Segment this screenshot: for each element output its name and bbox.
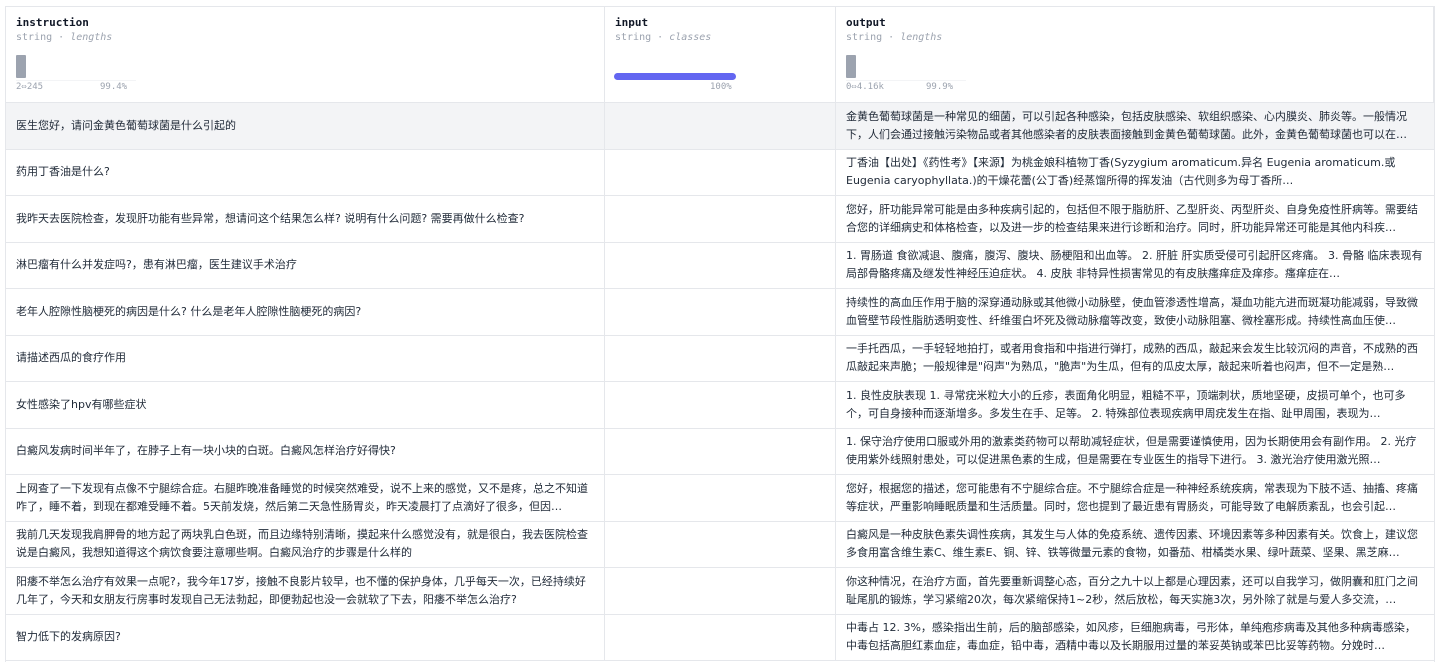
cell-text: 您好，根据您的描述，您可能患有不宁腿综合症。不宁腿综合症是一种神经系统疾病，常表… [846, 481, 1418, 513]
class-percentage: 100% [710, 82, 732, 92]
class-distribution-bar[interactable] [614, 73, 736, 80]
cell-text: 白癜风发病时间半年了，在脖子上有一块小块的白斑。白癜风怎样治疗好得快? [16, 444, 396, 458]
cell-text: 您好，肝功能异常可能是由多种疾病引起的，包括但不限于脂肪肝、乙型肝炎、丙型肝炎、… [846, 202, 1418, 234]
table-cell-input[interactable] [605, 335, 836, 382]
table-cell-instruction[interactable]: 女性感染了hpv有哪些症状 [6, 382, 605, 429]
cell-text: 1. 保守治疗使用口服或外用的激素类药物可以帮助减轻症状，但是需要谨慎使用，因为… [846, 435, 1417, 467]
column-name: output [846, 16, 886, 29]
length-histogram-bar[interactable] [16, 55, 26, 78]
table-cell-instruction[interactable]: 淋巴瘤有什么并发症吗?，患有淋巴瘤，医生建议手术治疗 [6, 242, 605, 289]
data-table: instruction string · lengths 2⇔245 99.4%… [6, 7, 1434, 661]
column-type: string · classes [615, 32, 712, 43]
table-cell-instruction[interactable]: 我前几天发现我肩胛骨的地方起了两块乳白色斑，而且边缘特别清晰，摸起来什么感觉没有… [6, 521, 605, 568]
cell-text: 淋巴瘤有什么并发症吗?，患有淋巴瘤，医生建议手术治疗 [16, 258, 297, 272]
column-header-instruction[interactable]: instruction string · lengths 2⇔245 99.4% [6, 7, 605, 103]
table-cell-input[interactable] [605, 475, 836, 522]
length-percentage: 99.4% [100, 82, 128, 92]
table-cell-input[interactable] [605, 289, 836, 336]
column-header-input[interactable]: input string · classes 100% [605, 7, 836, 103]
length-percentage: 99.9% [926, 82, 954, 92]
table-cell-output[interactable]: 1. 良性皮肤表现 1. 寻常疣米粒大小的丘疹，表面角化明显，粗糙不平，顶端刺状… [836, 382, 1434, 429]
table-cell-input[interactable] [605, 149, 836, 196]
cell-text: 中毒占 12. 3%，感染指出生前，后的脑部感染，如风疹，巨细胞病毒，弓形体，单… [846, 621, 1416, 653]
cell-text: 药用丁香油是什么? [16, 165, 110, 179]
table-cell-instruction[interactable]: 药用丁香油是什么? [6, 149, 605, 196]
table-cell-instruction[interactable]: 请描述西瓜的食疗作用 [6, 335, 605, 382]
histogram-track [16, 80, 136, 81]
column-name: instruction [16, 16, 89, 29]
cell-text: 1. 胃肠道 食欲减退、腹痛，腹泻、腹块、肠梗阻和出血等。 2. 肝脏 肝实质受… [846, 249, 1423, 281]
table-cell-instruction[interactable]: 老年人腔隙性脑梗死的病因是什么? 什么是老年人腔隙性脑梗死的病因? [6, 289, 605, 336]
table-cell-input[interactable] [605, 382, 836, 429]
cell-text: 老年人腔隙性脑梗死的病因是什么? 什么是老年人腔隙性脑梗死的病因? [16, 304, 362, 318]
table-cell-output[interactable]: 一手托西瓜，一手轻轻地拍打，或者用食指和中指进行弹打，成熟的西瓜，敲起来会发生比… [836, 336, 1434, 382]
table-cell-output[interactable]: 中毒占 12. 3%，感染指出生前，后的脑部感染，如风疹，巨细胞病毒，弓形体，单… [836, 615, 1434, 661]
table-cell-output[interactable]: 丁香油【出处】《药性考》【来源】为桃金娘科植物丁香(Syzygium aroma… [836, 150, 1434, 196]
cell-text: 我昨天去医院检查，发现肝功能有些异常，想请问这个结果怎么样? 说明有什么问题? … [16, 211, 525, 225]
table-cell-instruction[interactable]: 医生您好，请问金黄色葡萄球菌是什么引起的 [6, 103, 605, 150]
table-cell-output[interactable]: 你这种情况，在治疗方面，首先要重新调整心态，百分之九十以上都是心理因素，还可以自… [836, 568, 1434, 615]
table-cell-instruction[interactable]: 白癜风发病时间半年了，在脖子上有一块小块的白斑。白癜风怎样治疗好得快? [6, 428, 605, 475]
length-histogram-bar[interactable] [846, 55, 856, 78]
column-header-output[interactable]: output string · lengths 0⇔4.16k 99.9% [836, 7, 1434, 103]
table-cell-output[interactable]: 您好，根据您的描述，您可能患有不宁腿综合症。不宁腿综合症是一种神经系统疾病，常表… [836, 475, 1434, 522]
cell-text: 智力低下的发病原因? [16, 630, 121, 644]
column-name: input [615, 16, 649, 29]
cell-text: 白癜风是一种皮肤色素失调性疾病，其发生与人体的免疫系统、遗传因素、环境因素等多种… [846, 528, 1418, 560]
table-cell-input[interactable] [605, 103, 836, 150]
table-cell-instruction[interactable]: 智力低下的发病原因? [6, 614, 605, 661]
table-cell-instruction[interactable]: 上网查了一下发现有点像不宁腿综合症。右腿昨晚准备睡觉的时候突然难受，说不上来的感… [6, 475, 605, 522]
table-cell-instruction[interactable]: 阳痿不举怎么治疗有效果一点呢?，我今年17岁，接触不良影片较早，也不懂的保护身体… [6, 568, 605, 615]
table-cell-output[interactable]: 白癜风是一种皮肤色素失调性疾病，其发生与人体的免疫系统、遗传因素、环境因素等多种… [836, 522, 1434, 568]
length-range: 0⇔4.16k [846, 82, 884, 92]
table-cell-input[interactable] [605, 428, 836, 475]
cell-text: 一手托西瓜，一手轻轻地拍打，或者用食指和中指进行弹打，成熟的西瓜，敲起来会发生比… [846, 342, 1418, 374]
table-cell-input[interactable] [605, 521, 836, 568]
cell-text: 持续性的高血压作用于脑的深穿通动脉或其他微小动脉壁，使血管渗透性增高，凝血功能亢… [846, 295, 1418, 327]
column-type: string · lengths [846, 32, 943, 43]
cell-text: 金黄色葡萄球菌是一种常见的细菌，可以引起各种感染，包括皮肤感染、软组织感染、心内… [846, 109, 1407, 141]
cell-text: 医生您好，请问金黄色葡萄球菌是什么引起的 [16, 118, 236, 132]
table-cell-instruction[interactable]: 我昨天去医院检查，发现肝功能有些异常，想请问这个结果怎么样? 说明有什么问题? … [6, 196, 605, 243]
table-cell-input[interactable] [605, 242, 836, 289]
cell-text: 我前几天发现我肩胛骨的地方起了两块乳白色斑，而且边缘特别清晰，摸起来什么感觉没有… [16, 528, 588, 560]
table-cell-input[interactable] [605, 196, 836, 243]
dataset-viewer: instruction string · lengths 2⇔245 99.4%… [5, 6, 1435, 662]
cell-text: 丁香油【出处】《药性考》【来源】为桃金娘科植物丁香(Syzygium aroma… [846, 156, 1396, 188]
table-cell-output[interactable]: 金黄色葡萄球菌是一种常见的细菌，可以引起各种感染，包括皮肤感染、软组织感染、心内… [836, 103, 1434, 150]
cell-text: 你这种情况，在治疗方面，首先要重新调整心态，百分之九十以上都是心理因素，还可以自… [846, 574, 1418, 606]
histogram-track [846, 80, 966, 81]
table-cell-output[interactable]: 持续性的高血压作用于脑的深穿通动脉或其他微小动脉壁，使血管渗透性增高，凝血功能亢… [836, 289, 1434, 336]
cell-text: 请描述西瓜的食疗作用 [16, 351, 126, 365]
column-type: string · lengths [16, 32, 113, 43]
table-cell-output[interactable]: 您好，肝功能异常可能是由多种疾病引起的，包括但不限于脂肪肝、乙型肝炎、丙型肝炎、… [836, 196, 1434, 243]
table-cell-input[interactable] [605, 614, 836, 661]
cell-text: 上网查了一下发现有点像不宁腿综合症。右腿昨晚准备睡觉的时候突然难受，说不上来的感… [16, 481, 588, 513]
table-cell-output[interactable]: 1. 保守治疗使用口服或外用的激素类药物可以帮助减轻症状，但是需要谨慎使用，因为… [836, 429, 1434, 475]
cell-text: 阳痿不举怎么治疗有效果一点呢?，我今年17岁，接触不良影片较早，也不懂的保护身体… [16, 574, 586, 606]
cell-text: 1. 良性皮肤表现 1. 寻常疣米粒大小的丘疹，表面角化明显，粗糙不平，顶端刺状… [846, 388, 1406, 420]
length-range: 2⇔245 [16, 82, 44, 92]
table-cell-output[interactable]: 1. 胃肠道 食欲减退、腹痛，腹泻、腹块、肠梗阻和出血等。 2. 肝脏 肝实质受… [836, 243, 1434, 289]
table-cell-input[interactable] [605, 568, 836, 615]
cell-text: 女性感染了hpv有哪些症状 [16, 397, 147, 411]
